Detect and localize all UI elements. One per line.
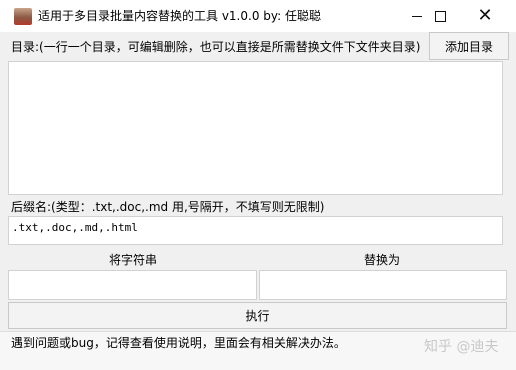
- suffix-label: 后缀名:(类型：.txt,.doc,.md 用,号隔开，不填写则无限制): [11, 200, 325, 214]
- close-icon: ✕: [477, 5, 493, 26]
- find-string-input[interactable]: [8, 270, 257, 300]
- find-string-header: 将字符串: [108, 253, 157, 267]
- replace-with-input[interactable]: [259, 270, 507, 300]
- title-bar: 适用于多目录批量内容替换的工具 v1.0.0 by: 任聪聪 ✕: [0, 0, 516, 32]
- app-icon: [14, 8, 32, 25]
- execute-button[interactable]: 执行: [8, 302, 507, 329]
- replace-with-header: 替换为: [363, 253, 400, 267]
- maximize-button[interactable]: [417, 0, 463, 32]
- directory-textarea[interactable]: [8, 61, 503, 195]
- close-button[interactable]: ✕: [462, 0, 508, 32]
- maximize-icon: [434, 10, 446, 22]
- directory-label: 目录:(一行一个目录，可编辑删除，也可以直接是所需替换文件下文件夹目录): [11, 40, 421, 54]
- add-directory-button[interactable]: 添加目录: [429, 32, 509, 60]
- suffix-input[interactable]: .txt,.doc,.md,.html: [8, 216, 503, 245]
- window-title: 适用于多目录批量内容替换的工具 v1.0.0 by: 任聪聪: [38, 9, 321, 23]
- status-message: 遇到问题或bug，记得查看使用说明，里面会有相关解决办法。: [11, 336, 346, 350]
- watermark: 知乎 @迪夫: [424, 339, 499, 355]
